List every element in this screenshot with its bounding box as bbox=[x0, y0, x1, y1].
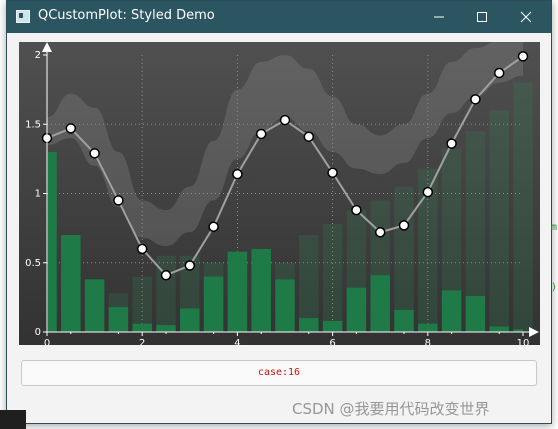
bar bbox=[394, 309, 414, 332]
data-point bbox=[279, 114, 291, 126]
close-button[interactable] bbox=[503, 1, 549, 33]
data-point bbox=[493, 67, 505, 79]
bar bbox=[418, 323, 438, 332]
y-tick-label: 2 bbox=[35, 50, 41, 61]
data-point bbox=[160, 269, 172, 281]
data-point bbox=[446, 138, 457, 149]
faint-bar bbox=[513, 82, 533, 332]
bar bbox=[132, 323, 152, 332]
data-point bbox=[89, 148, 100, 159]
data-point bbox=[517, 51, 529, 62]
data-point bbox=[65, 123, 77, 134]
bar bbox=[227, 251, 248, 332]
x-tick-label: 4 bbox=[234, 338, 240, 345]
data-point bbox=[422, 186, 434, 198]
data-point bbox=[470, 94, 481, 105]
bar bbox=[322, 320, 343, 332]
bar bbox=[48, 151, 57, 332]
data-point bbox=[255, 128, 267, 140]
bar bbox=[180, 308, 200, 332]
x-tick-label: 0 bbox=[44, 338, 50, 345]
background-text-fragment: m bbox=[551, 222, 558, 233]
minimize-icon bbox=[434, 16, 444, 18]
data-point bbox=[232, 168, 243, 180]
x-tick-label: 2 bbox=[139, 338, 145, 345]
x-tick-label: 10 bbox=[517, 338, 530, 345]
data-point bbox=[351, 204, 362, 216]
data-point bbox=[184, 260, 196, 271]
bar bbox=[489, 326, 509, 332]
bar bbox=[370, 275, 390, 332]
maximize-icon bbox=[477, 12, 487, 22]
data-point bbox=[398, 220, 410, 231]
window-title: QCustomPlot: Styled Demo bbox=[38, 8, 215, 23]
background-window-fragment bbox=[0, 410, 26, 429]
faint-bar bbox=[299, 235, 319, 332]
status-label: case:16 bbox=[21, 360, 537, 386]
y-tick-label: 1.5 bbox=[25, 119, 41, 130]
close-icon bbox=[520, 11, 532, 23]
data-point bbox=[374, 227, 386, 238]
data-point bbox=[208, 221, 219, 232]
app-window-icon bbox=[16, 10, 30, 23]
bar bbox=[251, 248, 271, 332]
title-bar[interactable]: QCustomPlot: Styled Demo bbox=[7, 1, 551, 33]
central-widget: 0 2 4 6 8 10 0 0.5 1 1.5 2 case:16 bbox=[7, 33, 551, 423]
bar bbox=[346, 287, 367, 332]
y-tick-label: 0.5 bbox=[25, 258, 41, 269]
bar bbox=[465, 295, 486, 332]
bar bbox=[84, 279, 105, 332]
bar bbox=[299, 318, 319, 332]
bar bbox=[441, 290, 462, 332]
maximize-button[interactable] bbox=[459, 1, 505, 33]
bar bbox=[203, 276, 224, 332]
minimize-button[interactable] bbox=[416, 1, 462, 33]
watermark: CSDN @我要用代码改变世界 bbox=[292, 400, 490, 418]
bar bbox=[61, 235, 81, 332]
x-tick-label: 6 bbox=[329, 338, 335, 345]
data-point bbox=[113, 195, 124, 206]
data-point bbox=[136, 243, 148, 255]
custom-plot[interactable]: 0 2 4 6 8 10 0 0.5 1 1.5 2 bbox=[19, 42, 540, 345]
y-tick-label: 1 bbox=[35, 189, 41, 200]
y-tick-label: 0 bbox=[35, 327, 41, 338]
bar bbox=[275, 279, 295, 332]
x-tick-label: 8 bbox=[425, 338, 431, 345]
faint-bar bbox=[489, 110, 509, 333]
data-point bbox=[327, 167, 338, 178]
bar bbox=[156, 325, 176, 332]
main-window: QCustomPlot: Styled Demo 0 2 4 6 8 10 0 0.5 1 1.5… bbox=[6, 0, 552, 424]
background-text-fragment: ) bbox=[551, 282, 558, 293]
data-point bbox=[303, 131, 315, 142]
chart-svg: 0 2 4 6 8 10 0 0.5 1 1.5 2 bbox=[19, 42, 540, 345]
bar bbox=[108, 307, 129, 332]
